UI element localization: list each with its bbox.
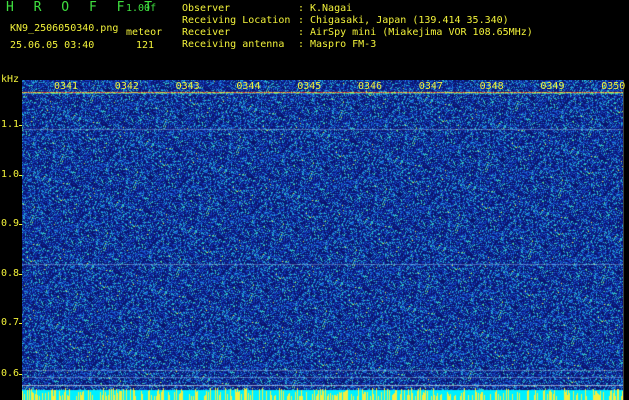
meteor-count: 121 [135,40,154,51]
y-tick-label: 0.6 [1,368,20,379]
x-tick-label: 0348 [479,81,504,92]
y-tick-label: 1.1 [1,119,20,130]
hrofft-window: H R O F F T 1.00f KN9_2506050340.png 25.… [0,0,629,400]
y-tick-mark [19,274,22,275]
y-tick-label: 0.7 [1,317,20,328]
location-value: Chigasaki, Japan (139.414 35.340) [310,15,509,26]
x-tick-label: 0344 [236,81,261,92]
y-tick-label: 0.9 [1,218,20,229]
app-version: 1.00f [126,3,157,14]
antenna-value: Maspro FM-3 [310,39,377,50]
observer-label: Observer [182,3,231,14]
spectrogram [22,80,623,400]
x-tick-label: 0345 [297,81,322,92]
timestamp: 25.06.05 03:40 [10,40,95,51]
y-tick-mark [19,323,22,324]
right-border [623,80,624,400]
receiver-value: AirSpy mini (Miakejima VOR 108.65MHz) [310,27,533,38]
y-tick-mark [19,224,22,225]
observer-value: K.Nagai [310,3,353,14]
observer-colon: : [298,3,305,14]
y-tick-mark [19,125,22,126]
receiver-colon: : [298,27,305,38]
antenna-colon: : [298,39,305,50]
antenna-label: Receiving antenna [182,39,285,50]
x-tick-label: 0349 [540,81,565,92]
y-tick-mark [19,374,22,375]
spectrogram-canvas [22,80,623,400]
x-tick-label: 0346 [358,81,383,92]
x-tick-label: 0343 [175,81,200,92]
file-name: KN9_2506050340.png [10,23,119,34]
x-tick-label: 0342 [114,81,139,92]
meteor-label: meteor [126,27,163,38]
location-label: Receiving Location [182,15,291,26]
y-tick-label: 0.8 [1,268,20,279]
y-tick-label: 1.0 [1,169,20,180]
x-tick-label: 0341 [54,81,79,92]
x-tick-label: 0350 [601,81,626,92]
y-tick-mark [19,175,22,176]
y-axis-unit: kHz [1,74,20,85]
x-tick-label: 0347 [418,81,443,92]
location-colon: : [298,15,305,26]
receiver-label: Receiver [182,27,231,38]
